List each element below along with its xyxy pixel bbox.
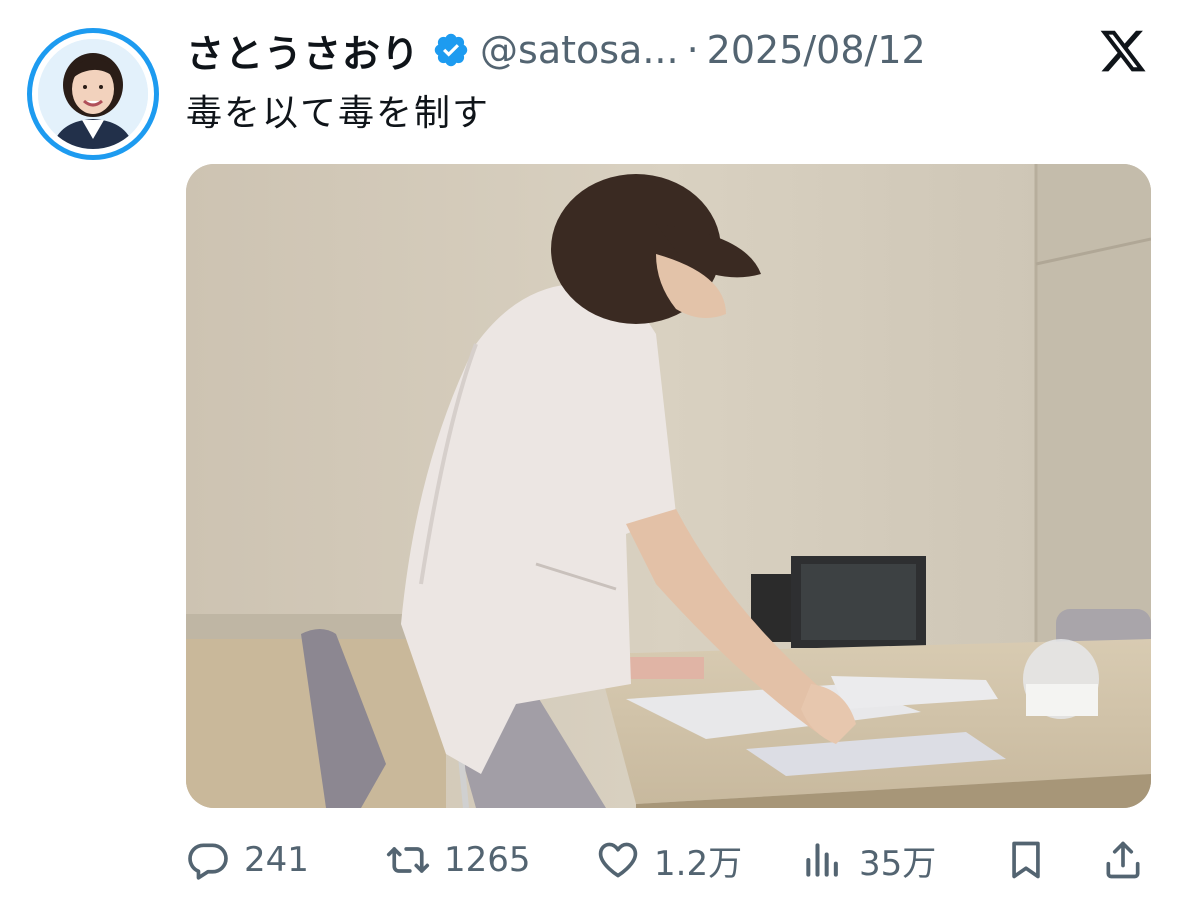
reply-button[interactable]: 241	[186, 834, 309, 886]
repost-count: 1265	[444, 840, 531, 880]
author-display-name[interactable]: さとうさおり	[186, 23, 420, 78]
repost-icon	[386, 847, 430, 873]
tweet-photo[interactable]	[186, 164, 1151, 808]
views-icon	[806, 843, 838, 877]
header-separator: ·	[686, 28, 699, 72]
views-count: 35万	[859, 843, 937, 884]
tweet-date[interactable]: 2025/08/12	[707, 28, 926, 72]
author-handle[interactable]: @satosa...	[480, 28, 679, 72]
avatar-photo	[38, 39, 148, 149]
verified-badge-icon	[434, 33, 468, 67]
reply-count: 241	[244, 840, 309, 880]
tweet-header: さとうさおり @satosa... · 2025/08/12	[186, 22, 926, 78]
x-logo-icon[interactable]	[1098, 26, 1148, 76]
views-button[interactable]: 35万	[801, 834, 936, 886]
repost-button[interactable]: 1265	[386, 834, 531, 886]
bookmark-icon	[1012, 841, 1040, 879]
like-count: 1.2万	[654, 843, 743, 884]
share-button[interactable]	[1101, 834, 1145, 886]
bookmark-button[interactable]	[1004, 834, 1048, 886]
tweet-text: 毒を以て毒を制す	[186, 93, 491, 134]
tweet-action-bar: 241 1265 1.2万 35万	[186, 834, 1151, 886]
like-button[interactable]: 1.2万	[596, 834, 742, 886]
share-icon	[1106, 841, 1140, 879]
reply-icon	[188, 843, 228, 880]
like-icon	[598, 842, 638, 878]
author-avatar[interactable]	[27, 28, 159, 160]
